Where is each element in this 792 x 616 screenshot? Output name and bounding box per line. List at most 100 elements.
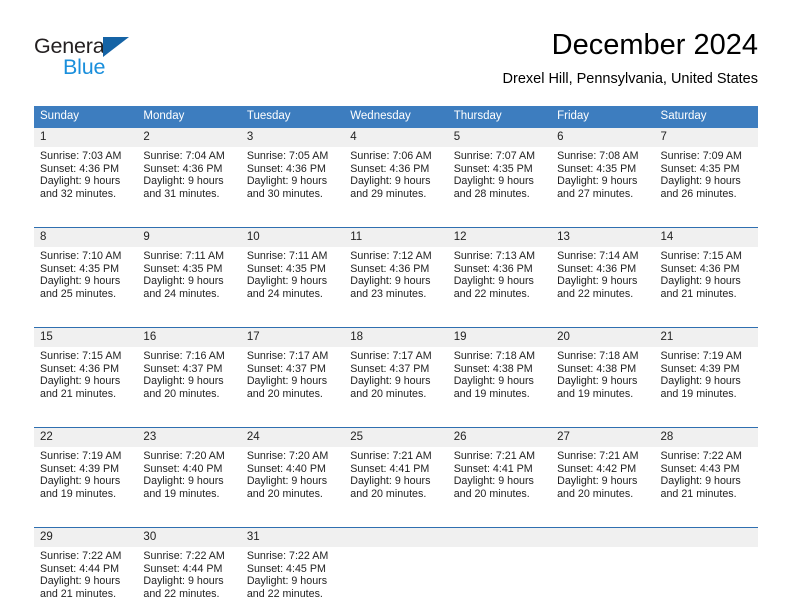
daylight-text-1: Daylight: 9 hours [246, 175, 328, 188]
sunrise-text: Sunrise: 7:15 AM [660, 250, 742, 262]
day-number[interactable]: 20 [551, 327, 655, 347]
day-number[interactable]: 27 [551, 427, 655, 447]
sunrise-text: Sunrise: 7:07 AM [453, 150, 536, 162]
day-cell-empty [654, 547, 758, 616]
day-number[interactable]: 13 [551, 227, 655, 247]
daylight-text-1: Daylight: 9 hours [143, 575, 224, 588]
day-cell: Sunrise: 7:13 AM Sunset: 4:36 PM Dayligh… [447, 247, 552, 316]
sunrise-text: Sunrise: 7:19 AM [40, 450, 122, 462]
day-cell: Sunrise: 7:15 AM Sunset: 4:36 PM Dayligh… [654, 247, 758, 316]
day-number[interactable]: 7 [654, 128, 758, 147]
day-number-empty [447, 527, 552, 547]
generalblue-logo[interactable]: General Blue [34, 34, 234, 92]
daylight-text-1: Daylight: 9 hours [660, 375, 741, 388]
day-number[interactable]: 31 [240, 527, 345, 547]
daylight-text-2: and 19 minutes. [557, 387, 634, 400]
sunrise-sunset-calendar: Sunday Monday Tuesday Wednesday Thursday… [34, 106, 758, 616]
weekday-header-wednesday: Wednesday [344, 106, 448, 128]
day-cell: Sunrise: 7:11 AM Sunset: 4:35 PM Dayligh… [240, 247, 345, 316]
day-number[interactable]: 8 [34, 227, 138, 247]
day-number[interactable]: 26 [447, 427, 552, 447]
sunset-text: Sunset: 4:39 PM [660, 362, 740, 375]
day-number[interactable]: 29 [34, 527, 138, 547]
daylight-text-1: Daylight: 9 hours [40, 475, 121, 488]
sunset-text: Sunset: 4:43 PM [660, 462, 740, 475]
sunset-text: Sunset: 4:41 PM [453, 462, 533, 475]
sunset-text: Sunset: 4:36 PM [557, 262, 637, 275]
daylight-text-1: Daylight: 9 hours [246, 575, 328, 588]
weekday-header-row: Sunday Monday Tuesday Wednesday Thursday… [34, 106, 758, 128]
sunrise-text: Sunrise: 7:20 AM [246, 450, 329, 462]
week-1-detail-row: Sunrise: 7:03 AM Sunset: 4:36 PM Dayligh… [34, 147, 758, 216]
day-number[interactable]: 2 [137, 128, 241, 147]
day-number[interactable]: 4 [344, 128, 448, 147]
sunrise-text: Sunrise: 7:19 AM [660, 350, 742, 362]
week-5-detail-row: Sunrise: 7:22 AM Sunset: 4:44 PM Dayligh… [34, 547, 758, 616]
daylight-text-1: Daylight: 9 hours [143, 375, 224, 388]
sunset-text: Sunset: 4:36 PM [143, 162, 223, 175]
daylight-text-2: and 24 minutes. [246, 287, 323, 300]
day-number[interactable]: 6 [551, 128, 655, 147]
day-cell: Sunrise: 7:20 AM Sunset: 4:40 PM Dayligh… [137, 447, 241, 516]
daylight-text-1: Daylight: 9 hours [350, 175, 431, 188]
day-cell: Sunrise: 7:22 AM Sunset: 4:44 PM Dayligh… [34, 547, 138, 616]
day-number[interactable]: 18 [344, 327, 448, 347]
weekday-header-friday: Friday [551, 106, 655, 128]
day-number[interactable]: 17 [240, 327, 345, 347]
day-number[interactable]: 12 [447, 227, 552, 247]
daylight-text-1: Daylight: 9 hours [143, 275, 224, 288]
day-cell: Sunrise: 7:08 AM Sunset: 4:35 PM Dayligh… [551, 147, 655, 216]
day-cell: Sunrise: 7:16 AM Sunset: 4:37 PM Dayligh… [137, 347, 241, 416]
day-number[interactable]: 9 [137, 227, 241, 247]
day-number[interactable]: 19 [447, 327, 552, 347]
sunrise-text: Sunrise: 7:18 AM [557, 350, 639, 362]
week-2-detail-row: Sunrise: 7:10 AM Sunset: 4:35 PM Dayligh… [34, 247, 758, 316]
day-cell: Sunrise: 7:19 AM Sunset: 4:39 PM Dayligh… [34, 447, 138, 516]
day-cell: Sunrise: 7:18 AM Sunset: 4:38 PM Dayligh… [551, 347, 655, 416]
day-number[interactable]: 10 [240, 227, 345, 247]
day-number[interactable]: 1 [34, 128, 138, 147]
day-number[interactable]: 22 [34, 427, 138, 447]
day-number[interactable]: 25 [344, 427, 448, 447]
sunrise-text: Sunrise: 7:11 AM [143, 250, 225, 262]
day-cell: Sunrise: 7:10 AM Sunset: 4:35 PM Dayligh… [34, 247, 138, 316]
day-cell: Sunrise: 7:17 AM Sunset: 4:37 PM Dayligh… [240, 347, 345, 416]
sunset-text: Sunset: 4:37 PM [246, 362, 326, 375]
day-number[interactable]: 3 [240, 128, 345, 147]
title-block: December 2024 Drexel Hill, Pennsylvania,… [503, 28, 758, 90]
day-number[interactable]: 30 [137, 527, 241, 547]
daylight-text-1: Daylight: 9 hours [246, 275, 328, 288]
sunrise-text: Sunrise: 7:18 AM [453, 350, 536, 362]
daylight-text-1: Daylight: 9 hours [557, 175, 638, 188]
day-cell: Sunrise: 7:15 AM Sunset: 4:36 PM Dayligh… [34, 347, 138, 416]
day-cell: Sunrise: 7:21 AM Sunset: 4:42 PM Dayligh… [551, 447, 655, 516]
sunrise-text: Sunrise: 7:17 AM [350, 350, 432, 362]
daylight-text-2: and 20 minutes. [453, 487, 530, 500]
sunrise-text: Sunrise: 7:21 AM [557, 450, 639, 462]
day-number[interactable]: 21 [654, 327, 758, 347]
day-number[interactable]: 28 [654, 427, 758, 447]
page-title: December 2024 [551, 29, 758, 61]
sunset-text: Sunset: 4:40 PM [246, 462, 326, 475]
day-number[interactable]: 11 [344, 227, 448, 247]
day-number[interactable]: 24 [240, 427, 345, 447]
sunset-text: Sunset: 4:35 PM [246, 262, 326, 275]
daylight-text-1: Daylight: 9 hours [557, 375, 638, 388]
week-spacer [34, 416, 758, 428]
sunset-text: Sunset: 4:39 PM [40, 462, 120, 475]
day-number[interactable]: 23 [137, 427, 241, 447]
day-cell-empty [344, 547, 448, 616]
daylight-text-2: and 21 minutes. [40, 387, 117, 400]
day-number[interactable]: 15 [34, 327, 138, 347]
day-cell: Sunrise: 7:19 AM Sunset: 4:39 PM Dayligh… [654, 347, 758, 416]
day-number[interactable]: 16 [137, 327, 241, 347]
sunset-text: Sunset: 4:36 PM [40, 362, 120, 375]
sunrise-text: Sunrise: 7:22 AM [660, 450, 742, 462]
day-number[interactable]: 5 [447, 128, 552, 147]
sunset-text: Sunset: 4:36 PM [660, 262, 740, 275]
day-cell-empty [447, 547, 552, 616]
sunrise-text: Sunrise: 7:20 AM [143, 450, 225, 462]
sunrise-text: Sunrise: 7:08 AM [557, 150, 639, 162]
daylight-text-1: Daylight: 9 hours [350, 375, 431, 388]
day-number[interactable]: 14 [654, 227, 758, 247]
